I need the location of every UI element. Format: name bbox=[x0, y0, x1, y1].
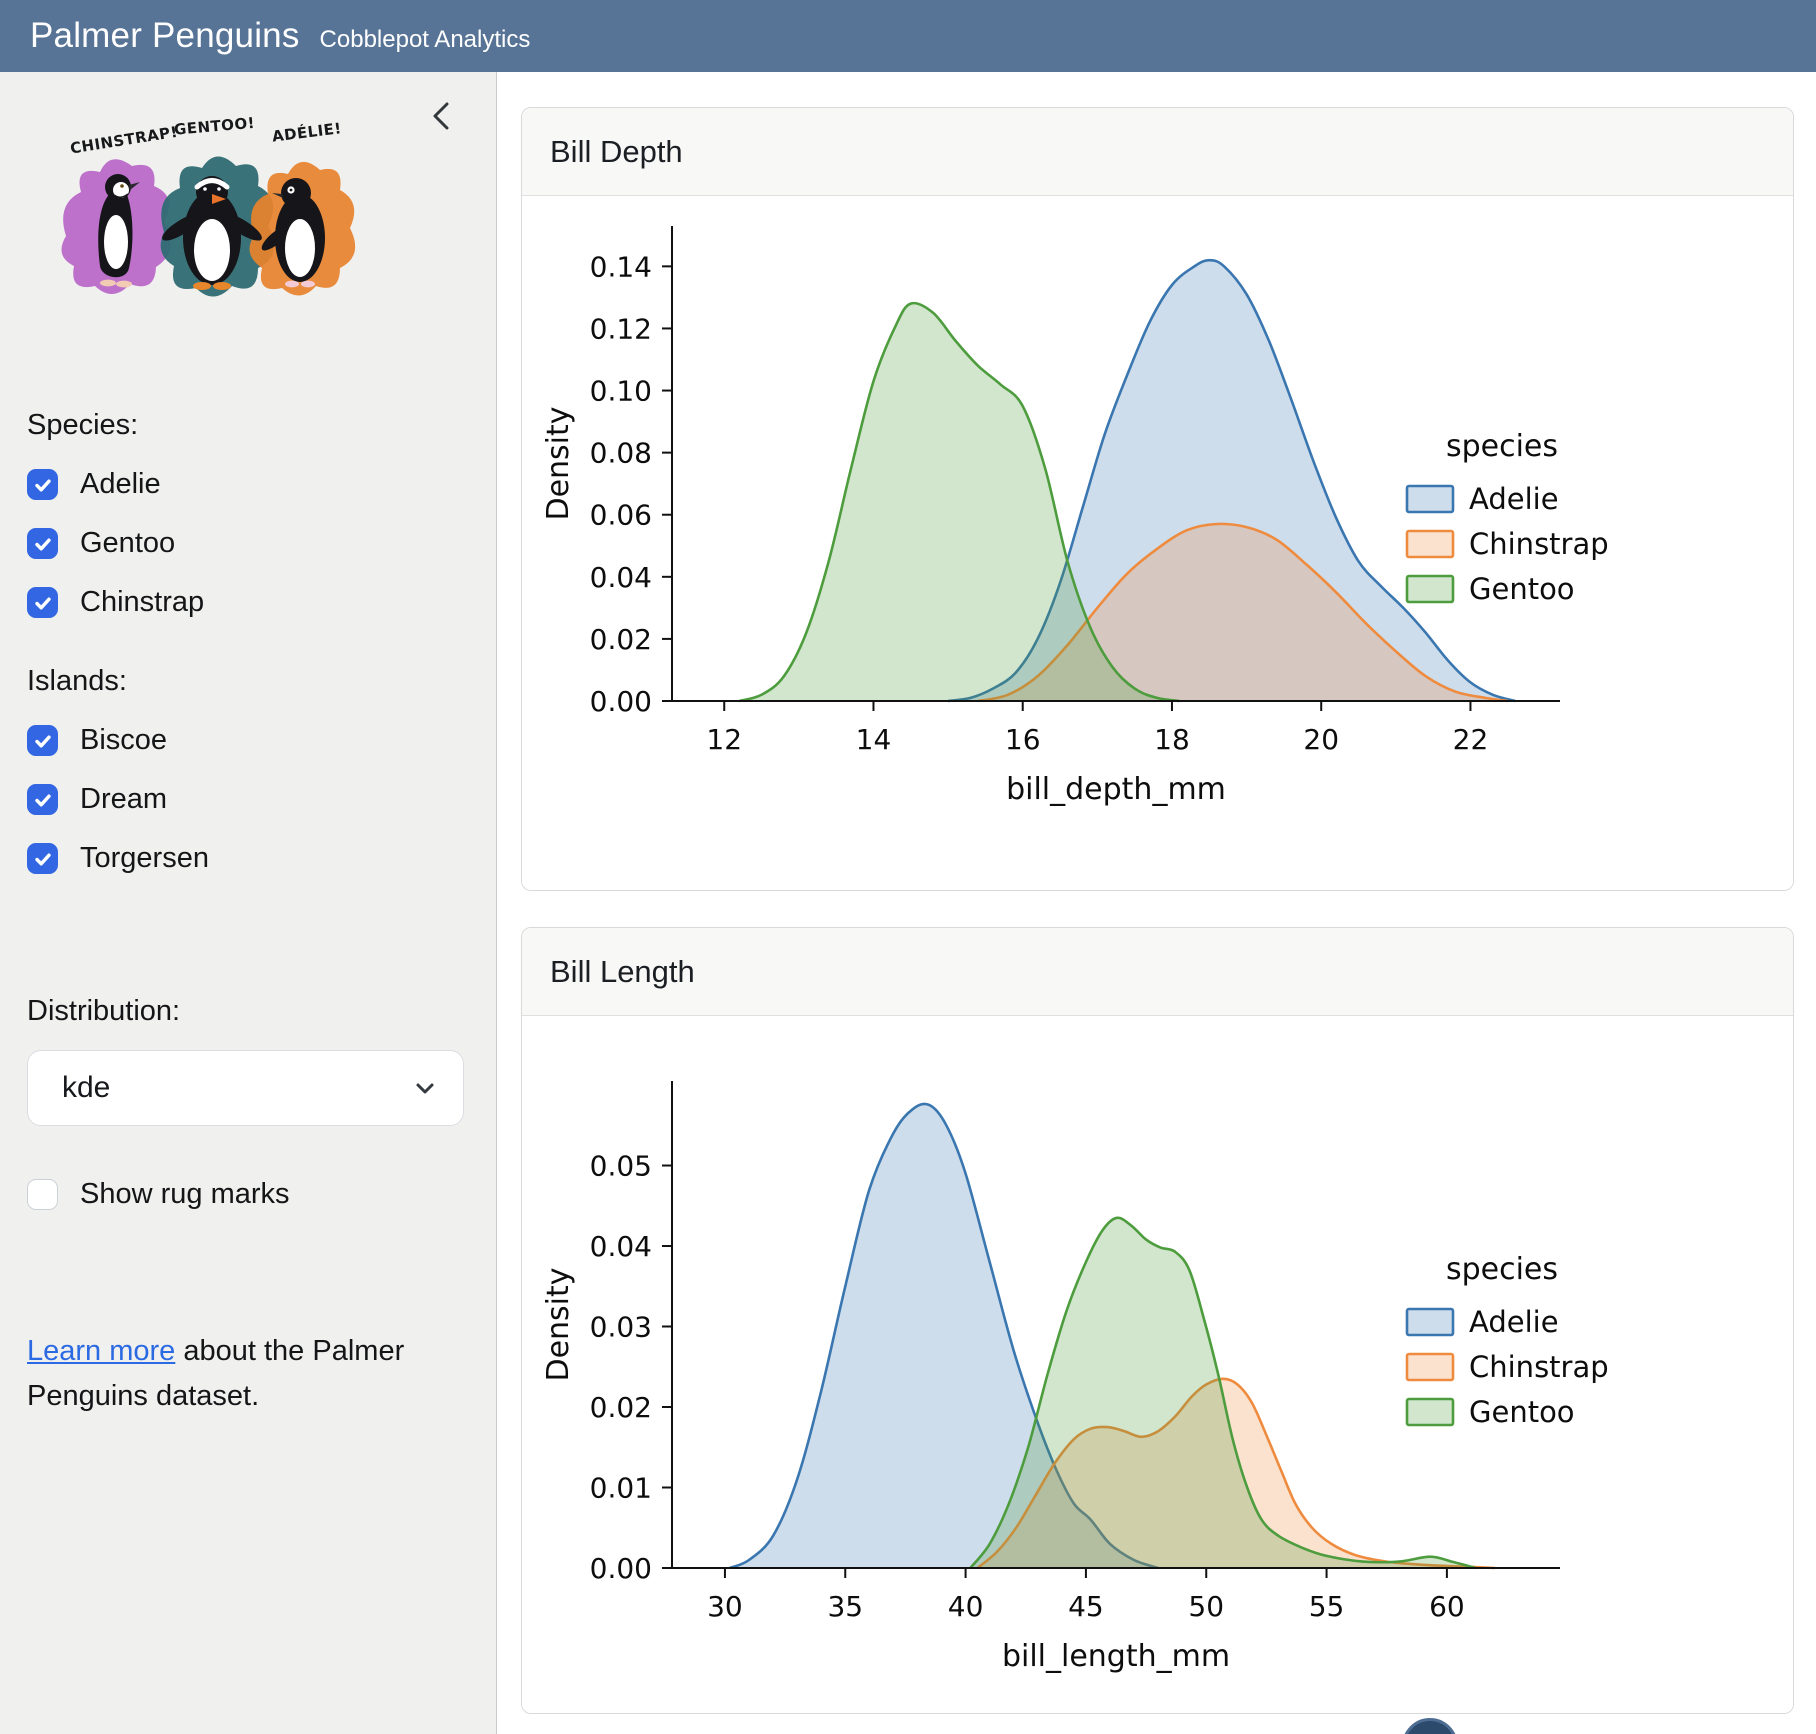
check-icon bbox=[33, 593, 53, 613]
svg-text:bill_length_mm: bill_length_mm bbox=[1002, 1639, 1230, 1674]
svg-text:35: 35 bbox=[827, 1590, 863, 1623]
svg-text:0.02: 0.02 bbox=[590, 1391, 652, 1424]
card-bill-length-title: Bill Length bbox=[550, 954, 695, 990]
checkbox-label-torgersen: Torgersen bbox=[80, 842, 209, 875]
card-bill-depth-body: 12 14 16 18 20 22 0.00 0.02 0.04 0.06 0.08 0.10 0.12… bbox=[522, 196, 1793, 890]
svg-text:0.03: 0.03 bbox=[590, 1311, 652, 1344]
learn-more-link[interactable]: Learn more bbox=[27, 1335, 175, 1367]
check-icon bbox=[33, 731, 53, 751]
checkbox-label-biscoe: Biscoe bbox=[80, 724, 167, 757]
app-root: Palmer Penguins Cobblepot Analytics bbox=[0, 0, 1816, 1734]
chevron-left-icon bbox=[420, 94, 464, 138]
check-icon bbox=[33, 849, 53, 869]
artwork-label-gentoo: GENTOO! bbox=[173, 114, 255, 139]
svg-text:0.04: 0.04 bbox=[590, 561, 652, 594]
islands-section-label: Islands: bbox=[27, 665, 496, 698]
about-text: Learn more about the Palmer Penguins dat… bbox=[27, 1329, 447, 1419]
svg-text:22: 22 bbox=[1453, 723, 1489, 756]
checkbox-torgersen[interactable] bbox=[27, 843, 58, 874]
svg-text:50: 50 bbox=[1188, 1590, 1224, 1623]
svg-text:Gentoo: Gentoo bbox=[1469, 1395, 1575, 1429]
artwork-label-adelie: ADÉLIE! bbox=[271, 118, 343, 145]
svg-text:18: 18 bbox=[1154, 723, 1190, 756]
svg-text:Chinstrap: Chinstrap bbox=[1469, 527, 1609, 561]
checkbox-biscoe[interactable] bbox=[27, 725, 58, 756]
checkbox-adelie[interactable] bbox=[27, 469, 58, 500]
checkbox-label-gentoo: Gentoo bbox=[80, 527, 175, 560]
sidebar: CHINSTRAP! GENTOO! ADÉLIE! Species: Adel… bbox=[0, 72, 497, 1734]
card-bill-length-header: Bill Length bbox=[522, 928, 1793, 1016]
svg-text:0.10: 0.10 bbox=[590, 375, 652, 408]
svg-text:species: species bbox=[1446, 429, 1558, 464]
check-icon bbox=[33, 790, 53, 810]
card-bill-depth-title: Bill Depth bbox=[550, 134, 683, 170]
svg-text:0.08: 0.08 bbox=[590, 437, 652, 470]
svg-text:species: species bbox=[1446, 1252, 1558, 1287]
svg-text:Density: Density bbox=[541, 406, 576, 520]
svg-text:0.00: 0.00 bbox=[590, 1552, 652, 1585]
svg-text:Adelie: Adelie bbox=[1469, 1305, 1559, 1339]
checkbox-dream[interactable] bbox=[27, 784, 58, 815]
svg-text:60: 60 bbox=[1429, 1590, 1465, 1623]
svg-text:Density: Density bbox=[541, 1267, 576, 1381]
app-subtitle: Cobblepot Analytics bbox=[320, 26, 531, 54]
svg-text:30: 30 bbox=[707, 1590, 743, 1623]
checkbox-gentoo[interactable] bbox=[27, 528, 58, 559]
svg-text:0.00: 0.00 bbox=[590, 685, 652, 718]
checkbox-label-adelie: Adelie bbox=[80, 468, 161, 501]
check-icon bbox=[33, 475, 53, 495]
svg-text:0.06: 0.06 bbox=[590, 499, 652, 532]
card-bill-depth-header: Bill Depth bbox=[522, 108, 1793, 196]
svg-text:Adelie: Adelie bbox=[1469, 482, 1559, 516]
check-icon bbox=[33, 534, 53, 554]
checkbox-row-biscoe[interactable]: Biscoe bbox=[27, 724, 496, 757]
checkbox-row-chinstrap[interactable]: Chinstrap bbox=[27, 586, 496, 619]
bill-length-plot: 30 35 40 45 50 55 60 0.00 0.01 0.02 0.03 0.04 0.05 bi… bbox=[522, 1016, 1793, 1713]
svg-text:bill_depth_mm: bill_depth_mm bbox=[1006, 772, 1226, 807]
svg-text:Chinstrap: Chinstrap bbox=[1469, 1350, 1609, 1384]
checkbox-label-chinstrap: Chinstrap bbox=[80, 586, 204, 619]
distribution-select-value: kde bbox=[62, 1071, 110, 1105]
app-header: Palmer Penguins Cobblepot Analytics bbox=[0, 0, 1816, 72]
checkbox-label-rug-marks: Show rug marks bbox=[80, 1178, 290, 1211]
svg-text:0.04: 0.04 bbox=[590, 1230, 652, 1263]
card-bill-length-body: 30 35 40 45 50 55 60 0.00 0.01 0.02 0.03 0.04 0.05 bi… bbox=[522, 1016, 1793, 1713]
svg-text:0.05: 0.05 bbox=[590, 1150, 652, 1183]
svg-text:12: 12 bbox=[706, 723, 742, 756]
main-content: Bill Depth 12 14 16 18 20 22 0.00 0.02 0.04 0.06 0… bbox=[497, 72, 1816, 1734]
distribution-section-label: Distribution: bbox=[27, 995, 496, 1028]
svg-text:55: 55 bbox=[1309, 1590, 1345, 1623]
svg-text:0.14: 0.14 bbox=[590, 250, 652, 283]
svg-text:14: 14 bbox=[856, 723, 892, 756]
svg-text:0.12: 0.12 bbox=[590, 312, 652, 345]
card-bill-depth: Bill Depth 12 14 16 18 20 22 0.00 0.02 0.04 0.06 0… bbox=[521, 107, 1794, 891]
bill-depth-plot: 12 14 16 18 20 22 0.00 0.02 0.04 0.06 0.08 0.10 0.12… bbox=[522, 196, 1793, 890]
checkbox-row-adelie[interactable]: Adelie bbox=[27, 468, 496, 501]
svg-text:20: 20 bbox=[1303, 723, 1339, 756]
svg-text:0.01: 0.01 bbox=[590, 1472, 652, 1505]
distribution-select[interactable]: kde bbox=[27, 1050, 464, 1126]
species-section-label: Species: bbox=[27, 409, 496, 442]
checkbox-row-rug-marks[interactable]: Show rug marks bbox=[27, 1178, 496, 1211]
artwork-label-chinstrap: CHINSTRAP! bbox=[69, 123, 179, 158]
checkbox-row-dream[interactable]: Dream bbox=[27, 783, 496, 816]
checkbox-chinstrap[interactable] bbox=[27, 587, 58, 618]
svg-text:0.02: 0.02 bbox=[590, 623, 652, 656]
chevron-down-icon bbox=[411, 1074, 439, 1102]
svg-text:40: 40 bbox=[948, 1590, 984, 1623]
checkbox-rug-marks[interactable] bbox=[27, 1179, 58, 1210]
checkbox-label-dream: Dream bbox=[80, 783, 167, 816]
svg-text:16: 16 bbox=[1005, 723, 1041, 756]
svg-text:45: 45 bbox=[1068, 1590, 1104, 1623]
penguin-artwork-image: CHINSTRAP! GENTOO! ADÉLIE! bbox=[36, 86, 366, 318]
app-title: Palmer Penguins bbox=[30, 16, 300, 56]
checkbox-row-gentoo[interactable]: Gentoo bbox=[27, 527, 496, 560]
card-bill-length: Bill Length 30 35 40 45 50 55 60 0.00 0.01 0.02 0.… bbox=[521, 927, 1794, 1714]
sidebar-collapse-button[interactable] bbox=[420, 94, 464, 138]
checkbox-row-torgersen[interactable]: Torgersen bbox=[27, 842, 496, 875]
svg-text:Gentoo: Gentoo bbox=[1469, 572, 1575, 606]
